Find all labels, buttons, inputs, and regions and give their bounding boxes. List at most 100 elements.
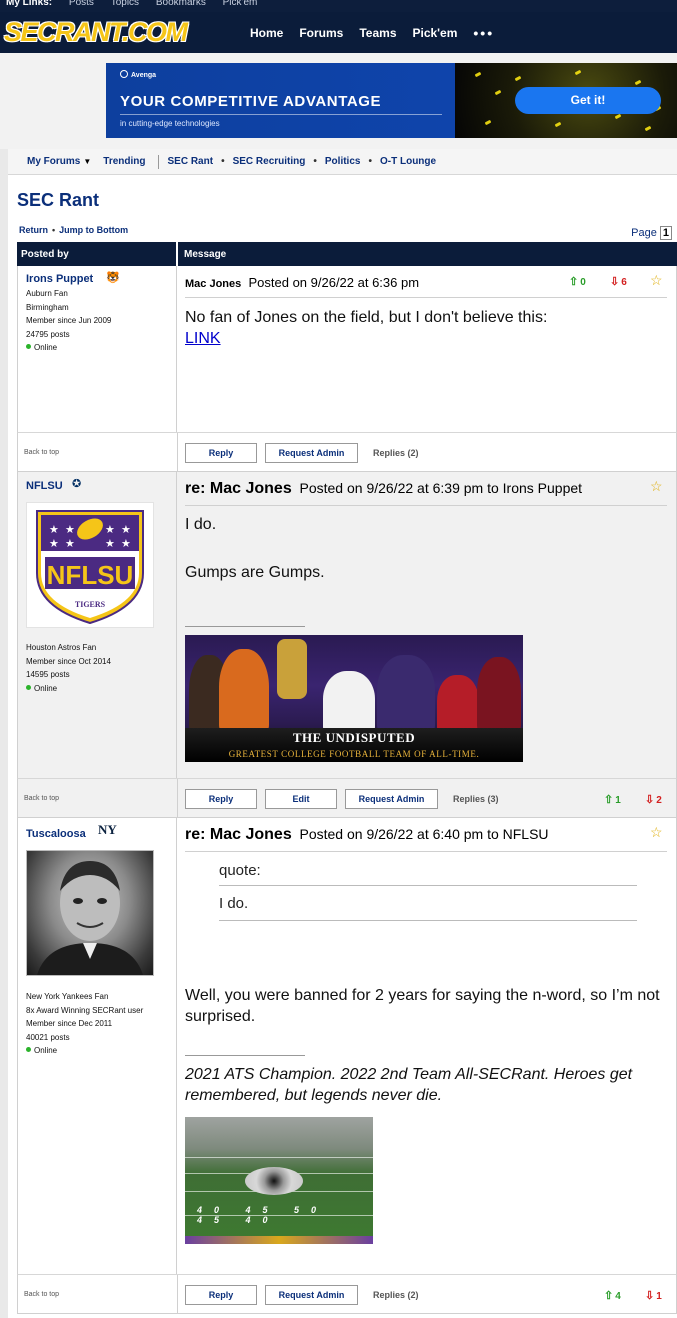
post-title: Mac Jones Posted on 9/26/22 at 6:36 pm [185, 275, 419, 290]
svg-text:★: ★ [49, 538, 59, 550]
nav-more-icon[interactable]: ••• [473, 25, 494, 41]
yard-line [185, 1157, 373, 1158]
nav-home[interactable]: Home [250, 26, 283, 40]
post-body: I do. Gumps are Gumps. [185, 514, 325, 583]
footer-divider [177, 433, 178, 471]
site-header: SECRANT.COM Home Forums Teams Pick'em ••… [0, 12, 677, 53]
reply-button[interactable]: Reply [185, 1285, 257, 1305]
request-admin-button[interactable]: Request Admin [265, 1285, 358, 1305]
post-link[interactable]: LINK [185, 328, 665, 349]
post-title-text[interactable]: re: Mac Jones [185, 480, 292, 497]
col-posted-by: Posted by [21, 249, 69, 260]
nav-pickem[interactable]: Pick'em [413, 26, 458, 40]
author-post-count: 40021 posts [26, 1032, 70, 1042]
replies-link[interactable]: Replies (2) [373, 448, 419, 458]
nav-forums[interactable]: Forums [299, 26, 343, 40]
subnav-sec-rant[interactable]: SEC Rant [168, 156, 214, 167]
post-message-panel: re: Mac Jones Posted on 9/26/22 at 6:39 … [177, 472, 677, 778]
upvote-count[interactable]: ⇧ 1 [604, 793, 621, 806]
star-icon[interactable]: ☆ [650, 478, 663, 495]
col-divider [176, 242, 178, 266]
post-message-panel: Mac Jones Posted on 9/26/22 at 6:36 pm ⇧… [177, 266, 677, 432]
online-status: Online [26, 682, 111, 696]
post-author-panel: Irons Puppet 🐯 Auburn Fan Birmingham Mem… [17, 266, 177, 432]
author-fan-of: New York Yankees Fan [26, 992, 109, 1001]
table-header: Posted by Message [17, 242, 677, 266]
figure [477, 657, 521, 733]
author-name[interactable]: Irons Puppet [26, 273, 93, 285]
downvote-count[interactable]: ⇩ 2 [645, 793, 662, 806]
nav-teams[interactable]: Teams [359, 26, 396, 40]
subnav-ot-lounge[interactable]: O-T Lounge [380, 156, 436, 167]
my-links-bookmarks[interactable]: Bookmarks [156, 0, 206, 8]
upvote-value: 0 [580, 277, 586, 288]
auburn-icon: 🐯 [106, 272, 120, 284]
upvote-value: 1 [615, 795, 621, 806]
my-forums-label: My Forums [27, 156, 81, 167]
page-label: Page [631, 227, 657, 239]
ad-rule [120, 114, 442, 115]
reply-button[interactable]: Reply [185, 443, 257, 463]
field-band [185, 1236, 373, 1244]
author-post-count: 24795 posts [26, 329, 70, 339]
link-separator: • [52, 225, 56, 235]
post-title-text[interactable]: Mac Jones [185, 278, 241, 290]
post-text: Well, you were banned for 2 years for sa… [185, 987, 660, 1025]
post-footer: Back to top Reply Request Admin Replies … [17, 1274, 677, 1314]
author-fan-of: Houston Astros Fan [26, 643, 97, 652]
pagination: Page 1 [631, 226, 672, 240]
replies-link[interactable]: Replies (3) [453, 794, 499, 804]
subnav-trending[interactable]: Trending [103, 156, 145, 167]
signature-image: THE UNDISPUTED GREATEST COLLEGE FOOTBALL… [185, 635, 523, 762]
author-name[interactable]: NFLSU [26, 480, 63, 492]
replies-link[interactable]: Replies (2) [373, 1290, 419, 1300]
ad-banner[interactable]: Avenga YOUR COMPETITIVE ADVANTAGE in cut… [106, 63, 677, 138]
post-text-line: I do. [185, 516, 217, 533]
post-meta: Posted on 9/26/22 at 6:40 pm to NFLSU [299, 826, 549, 842]
trophy [277, 639, 307, 699]
main-nav: Home Forums Teams Pick'em ••• [250, 12, 510, 53]
back-to-top-link[interactable]: Back to top [24, 1291, 59, 1298]
back-to-top-link[interactable]: Back to top [24, 449, 59, 456]
edit-button[interactable]: Edit [265, 789, 337, 809]
star-icon[interactable]: ☆ [650, 824, 663, 841]
post-title-text[interactable]: re: Mac Jones [185, 826, 292, 843]
my-links-posts[interactable]: Posts [69, 0, 94, 8]
ad-get-it-button[interactable]: Get it! [515, 87, 661, 114]
post-footer: Back to top Reply Request Admin Replies … [17, 432, 677, 472]
site-logo[interactable]: SECRANT.COM [4, 18, 188, 46]
author-info: New York Yankees Fan 8x Award Winning SE… [26, 990, 143, 1058]
request-admin-button[interactable]: Request Admin [345, 789, 438, 809]
back-to-top-link[interactable]: Back to top [24, 795, 59, 802]
subnav-sec-recruiting[interactable]: SEC Recruiting [233, 156, 306, 167]
my-links-pickem[interactable]: Pick'em [223, 0, 258, 8]
my-forums-dropdown[interactable]: My Forums ▼ [27, 156, 91, 167]
star-icon[interactable]: ☆ [650, 272, 663, 289]
page-number-current[interactable]: 1 [659, 226, 672, 240]
online-status: Online [26, 341, 111, 355]
reply-button[interactable]: Reply [185, 789, 257, 809]
footer-divider [177, 1275, 178, 1313]
downvote-count[interactable]: ⇩ 1 [645, 1289, 662, 1302]
ad-container: Avenga YOUR COMPETITIVE ADVANTAGE in cut… [0, 53, 677, 149]
svg-text:★: ★ [121, 538, 131, 550]
svg-text:★: ★ [105, 524, 115, 536]
jump-to-bottom-link[interactable]: Jump to Bottom [59, 225, 128, 235]
author-member-since: Member since Oct 2014 [26, 656, 111, 666]
author-name[interactable]: Tuscaloosa [26, 828, 86, 840]
upvote-count[interactable]: ⇧ 4 [604, 1289, 621, 1302]
thumb-up-arrow-icon: ⇧ [569, 276, 579, 288]
post: Irons Puppet 🐯 Auburn Fan Birmingham Mem… [17, 266, 677, 472]
thumb-up-arrow-icon: ⇧ [604, 1290, 614, 1302]
return-link[interactable]: Return [19, 225, 48, 235]
thumb-down-arrow-icon: ⇩ [610, 276, 620, 288]
ad-subtext: in cutting-edge technologies [120, 119, 220, 128]
upvote-count[interactable]: ⇧ 0 [569, 275, 586, 288]
author-avatar: ★ ★ ★ ★ ★ ★ ★ ★ NFLSU TIGERS [26, 502, 154, 628]
downvote-count[interactable]: ⇩ 6 [610, 275, 627, 288]
forum-subnav: My Forums ▼ Trending SEC Rant • SEC Recru… [8, 149, 677, 175]
request-admin-button[interactable]: Request Admin [265, 443, 358, 463]
my-links-topics[interactable]: Topics [111, 0, 139, 8]
figure [437, 675, 479, 733]
subnav-politics[interactable]: Politics [325, 156, 361, 167]
